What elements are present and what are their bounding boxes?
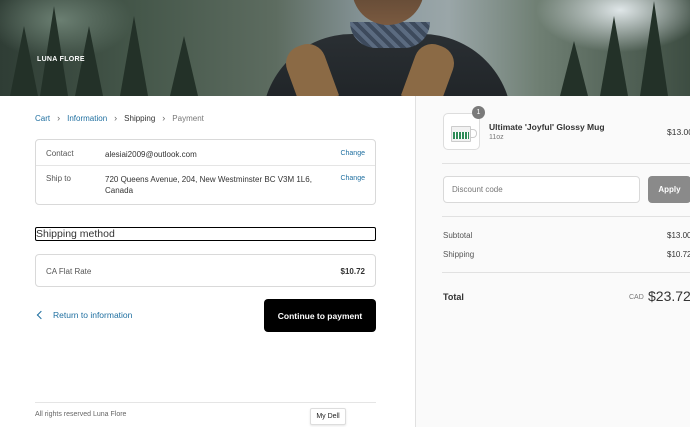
- total-currency: CAD: [629, 294, 644, 301]
- subtotal-value: $13.00: [667, 231, 690, 240]
- footer-rights: All rights reserved Luna Flore: [35, 411, 127, 418]
- rate-price: $10.72: [340, 267, 365, 276]
- breadcrumb-shipping: Shipping: [124, 113, 156, 123]
- order-summary: 1 Ultimate 'Joyful' Glossy Mug 11oz $13.…: [415, 96, 690, 427]
- product-thumbnail: [443, 113, 480, 150]
- shipping-label: Shipping: [443, 250, 475, 259]
- summary-divider: [442, 272, 690, 273]
- apply-discount-button[interactable]: Apply: [648, 176, 690, 203]
- total-value: $23.72: [648, 288, 690, 304]
- breadcrumb: Cart › Information › Shipping › Payment: [35, 113, 204, 123]
- tree-silhouette: [170, 36, 198, 96]
- rate-name: CA Flat Rate: [46, 267, 92, 276]
- quantity-badge: 1: [472, 106, 485, 119]
- my-dell-button[interactable]: My Dell: [310, 408, 346, 425]
- ship-to-value: 720 Queens Avenue, 204, New Westminster …: [105, 175, 312, 195]
- chevron-right-icon: ›: [162, 113, 166, 123]
- mug-handle: [471, 129, 477, 138]
- mug-icon: [451, 126, 471, 142]
- chevron-right-icon: ›: [114, 113, 118, 123]
- tree-silhouette: [640, 1, 668, 96]
- continue-to-payment-button[interactable]: Continue to payment: [264, 299, 376, 332]
- ship-to-row: Ship to 720 Queens Avenue, 204, New West…: [36, 166, 375, 206]
- store-logo[interactable]: LUNA FLORE: [37, 56, 85, 63]
- shipping-rate-option[interactable]: CA Flat Rate $10.72: [35, 254, 376, 287]
- tree-silhouette: [560, 41, 588, 96]
- tree-silhouette: [10, 26, 38, 96]
- breadcrumb-payment: Payment: [172, 113, 204, 123]
- tree-silhouette: [40, 6, 68, 96]
- total-label: Total: [443, 292, 464, 302]
- return-to-information-link[interactable]: Return to information: [35, 310, 132, 320]
- breadcrumb-information[interactable]: Information: [67, 114, 107, 123]
- chevron-right-icon: ›: [57, 113, 61, 123]
- product-name: Ultimate 'Joyful' Glossy Mug: [489, 122, 605, 132]
- change-address-link[interactable]: Change: [340, 175, 365, 182]
- tree-silhouette: [120, 16, 148, 96]
- shipping-value: $10.72: [667, 250, 690, 259]
- shipping-method-heading: Shipping method: [35, 227, 376, 241]
- discount-code-input[interactable]: [443, 176, 640, 203]
- product-price: $13.00: [667, 127, 690, 137]
- summary-divider: [442, 216, 690, 217]
- change-contact-link[interactable]: Change: [340, 150, 365, 157]
- footer-divider: [35, 402, 376, 403]
- chevron-left-icon: [36, 310, 46, 320]
- ship-to-label: Ship to: [46, 174, 71, 183]
- contact-value: alesiai2009@outlook.com: [105, 150, 197, 159]
- review-box: Contact alesiai2009@outlook.com Change S…: [35, 139, 376, 205]
- hero-banner: LUNA FLORE: [0, 0, 690, 96]
- tree-silhouette: [600, 16, 628, 96]
- contact-label: Contact: [46, 149, 74, 158]
- product-variant: 11oz: [489, 134, 504, 141]
- contact-row: Contact alesiai2009@outlook.com Change: [36, 140, 375, 166]
- return-label: Return to information: [53, 310, 133, 320]
- breadcrumb-cart[interactable]: Cart: [35, 114, 50, 123]
- subtotal-label: Subtotal: [443, 231, 473, 240]
- summary-divider: [442, 163, 690, 164]
- mug-print: [453, 132, 469, 139]
